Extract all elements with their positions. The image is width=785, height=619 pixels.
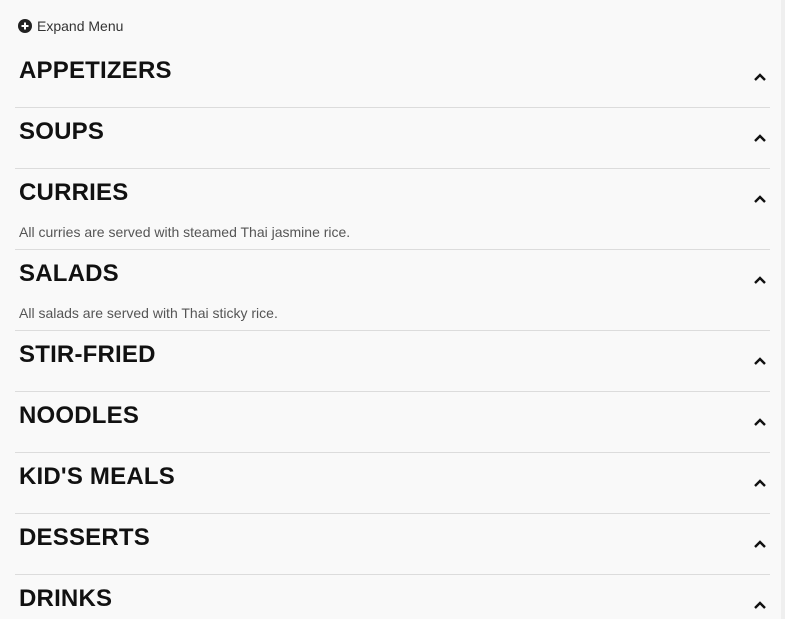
chevron-up-icon[interactable]	[752, 130, 768, 146]
chevron-up-icon[interactable]	[752, 69, 768, 85]
chevron-up-icon[interactable]	[752, 536, 768, 552]
chevron-up-icon[interactable]	[752, 414, 768, 430]
section-title: SOUPS	[19, 118, 105, 145]
section-curries[interactable]: CURRIES All curries are served with stea…	[15, 169, 770, 250]
menu-sections: APPETIZERS SOUPS CURRIES All curries are…	[15, 47, 770, 619]
expand-menu-button[interactable]: Expand Menu	[18, 18, 123, 34]
section-title: CURRIES	[19, 179, 129, 206]
section-noodles[interactable]: NOODLES	[15, 392, 770, 453]
section-soups[interactable]: SOUPS	[15, 108, 770, 169]
section-drinks[interactable]: DRINKS	[15, 575, 770, 619]
section-title: DESSERTS	[19, 524, 150, 551]
section-title: NOODLES	[19, 402, 140, 429]
section-salads[interactable]: SALADS All salads are served with Thai s…	[15, 250, 770, 331]
section-kids-meals[interactable]: KID'S MEALS	[15, 453, 770, 514]
section-desserts[interactable]: DESSERTS	[15, 514, 770, 575]
plus-circle-icon	[18, 19, 32, 33]
chevron-up-icon[interactable]	[752, 272, 768, 288]
menu-page: Expand Menu APPETIZERS SOUPS CURRIES All…	[0, 0, 785, 619]
section-title: APPETIZERS	[19, 57, 172, 84]
section-title: STIR-FRIED	[19, 341, 156, 368]
section-title: DRINKS	[19, 585, 113, 612]
section-title: KID'S MEALS	[19, 463, 175, 490]
section-description: All curries are served with steamed Thai…	[19, 224, 351, 240]
section-stir-fried[interactable]: STIR-FRIED	[15, 331, 770, 392]
section-title: SALADS	[19, 260, 119, 287]
expand-menu-label: Expand Menu	[37, 18, 124, 34]
section-appetizers[interactable]: APPETIZERS	[15, 47, 770, 108]
chevron-up-icon[interactable]	[752, 597, 768, 613]
chevron-up-icon[interactable]	[752, 353, 768, 369]
chevron-up-icon[interactable]	[752, 191, 768, 207]
chevron-up-icon[interactable]	[752, 475, 768, 491]
section-description: All salads are served with Thai sticky r…	[19, 305, 278, 321]
